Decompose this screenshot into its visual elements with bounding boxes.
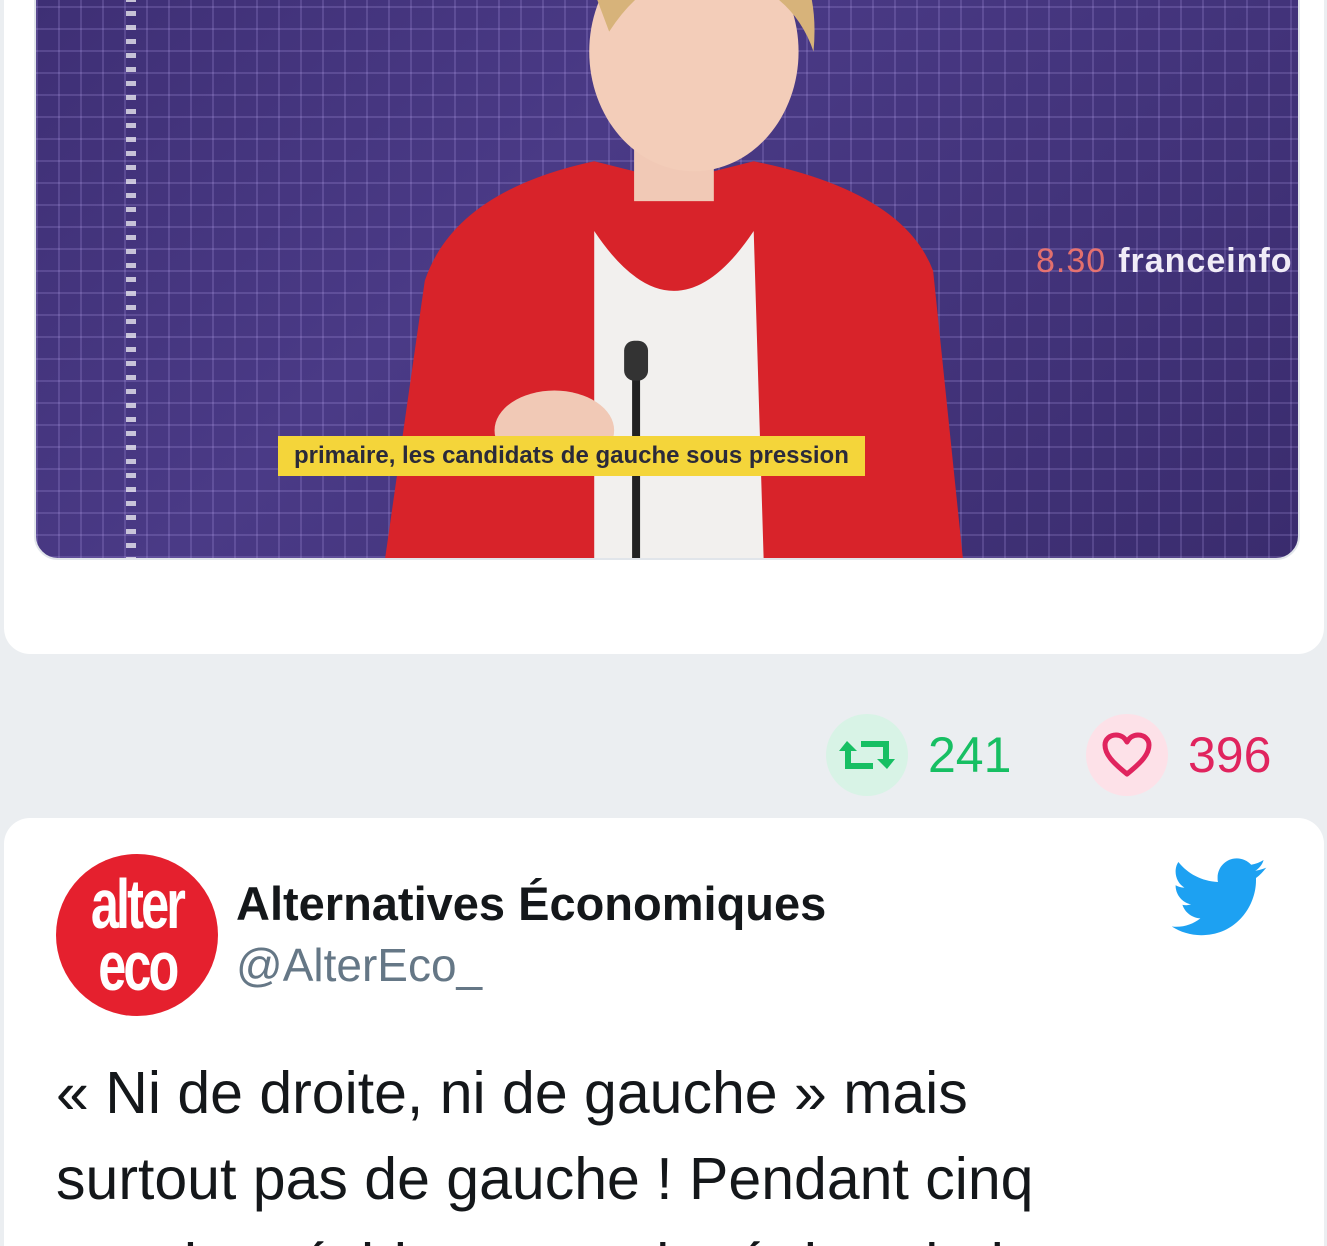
twitter-bird-icon[interactable] bbox=[1172, 858, 1268, 938]
channel-name: franceinfo bbox=[1118, 242, 1293, 280]
avatar-logo-line2: eco bbox=[97, 927, 179, 1005]
author-handle[interactable]: @AlterEco_ bbox=[236, 938, 482, 992]
tweet-text-line: surtout pas de gauche ! Pendant cinq bbox=[56, 1146, 1034, 1212]
tweet-card[interactable]: alter eco Alternatives Économiques @Alte… bbox=[4, 818, 1324, 1246]
tweet-actions: 241 396 bbox=[0, 713, 1327, 797]
author-name[interactable]: Alternatives Économiques bbox=[236, 876, 826, 931]
news-caption: primaire, les candidats de gauche sous p… bbox=[278, 436, 865, 476]
retweet-button[interactable]: 241 bbox=[826, 713, 1011, 797]
broadcast-clock: 8.30 bbox=[1036, 242, 1107, 280]
tweet-text-line: ans, le président a pratiqué des choix bbox=[56, 1222, 1276, 1246]
avatar-logo-line1: alter bbox=[90, 865, 186, 943]
retweet-count: 241 bbox=[928, 727, 1012, 783]
tweet-text-line: « Ni de droite, ni de gauche » mais bbox=[56, 1060, 968, 1126]
like-button[interactable]: 396 bbox=[1086, 713, 1271, 797]
heart-icon[interactable] bbox=[1086, 714, 1168, 796]
channel-logo: 8.30 franceinfo bbox=[1036, 242, 1293, 281]
previous-tweet-card[interactable]: 8.30 franceinfo primaire, les candidats d… bbox=[4, 0, 1324, 654]
avatar[interactable]: alter eco bbox=[56, 854, 218, 1016]
retweet-icon[interactable] bbox=[826, 714, 908, 796]
page: 8.30 franceinfo primaire, les candidats d… bbox=[0, 0, 1327, 1246]
like-count: 396 bbox=[1188, 727, 1272, 783]
tweet-text: « Ni de droite, ni de gauche » mais surt… bbox=[56, 1050, 1276, 1246]
tweet-media-image[interactable]: 8.30 franceinfo primaire, les candidats d… bbox=[34, 0, 1300, 560]
